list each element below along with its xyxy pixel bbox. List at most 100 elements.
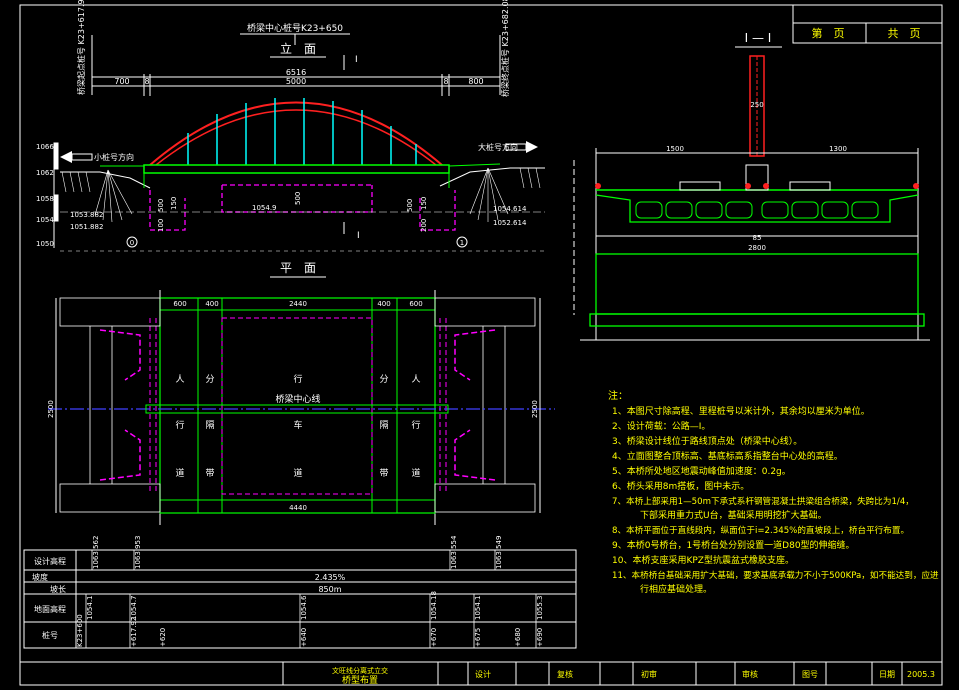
section-mark-top: I bbox=[355, 55, 358, 65]
design-val-1: 1063.562 bbox=[92, 536, 100, 569]
design-val-2: 1063.953 bbox=[134, 536, 142, 569]
right-bottom-level: 1052.614 bbox=[493, 219, 527, 227]
design-val-3: 1063.554 bbox=[450, 535, 458, 569]
right-direction-label: 大桩号方向 bbox=[478, 142, 518, 152]
section-mark-bottom: I bbox=[357, 231, 360, 241]
dim-total: 6516 bbox=[286, 68, 306, 77]
stake-3: +620 bbox=[159, 628, 167, 647]
check-label: 初审 bbox=[641, 669, 657, 679]
date-label: 日期 bbox=[879, 670, 895, 679]
plan-dim-600-left: 600 bbox=[173, 300, 186, 308]
dim-left-small: 8 bbox=[144, 77, 149, 86]
dim-500-c: 500 bbox=[406, 199, 414, 212]
dim-left: 700 bbox=[114, 77, 129, 86]
lane-r3-c5: 道 bbox=[411, 467, 420, 479]
lane-r1-c4: 分 bbox=[379, 374, 388, 385]
design-label: 设计 bbox=[475, 669, 491, 679]
ground-val-1: 1054.1 bbox=[86, 596, 94, 621]
left-direction-label: 小桩号方向 bbox=[94, 152, 134, 162]
scale-1050: 1050 bbox=[36, 240, 54, 248]
project-name: 文旺线分离式立交 bbox=[332, 666, 388, 675]
row-ground-elev: 地面高程 bbox=[34, 604, 66, 614]
section-dim-left: 1500 bbox=[666, 145, 684, 153]
start-stake-label: 桥梁起点桩号 K23+617.92 bbox=[76, 0, 86, 95]
ground-val-5: 1054.1 bbox=[474, 596, 482, 621]
review-label: 复核 bbox=[557, 669, 573, 679]
lane-r3-c3: 道 bbox=[293, 467, 302, 479]
section-dim-right: 1300 bbox=[829, 145, 847, 153]
note-4: 4、立面图整合顶标高、基底标高系指整台中心处的高程。 bbox=[612, 450, 843, 462]
section-dim-inner: 85 bbox=[753, 234, 762, 242]
center-stake-label: 桥梁中心桩号K23+650 bbox=[247, 22, 343, 34]
section-dim-total: 2800 bbox=[748, 244, 766, 252]
dim-100: 100 bbox=[157, 219, 165, 232]
total-pages-label: 共 页 bbox=[888, 27, 921, 40]
lane-r2-c2: 隔 bbox=[205, 420, 214, 431]
lane-r2-c3: 车 bbox=[293, 419, 302, 431]
plan-width-right: 2500 bbox=[531, 400, 539, 418]
plan-dim-600-right: 600 bbox=[409, 300, 422, 308]
end-stake-label: 桥梁终点桩号 K23+682.08 bbox=[500, 0, 510, 97]
dim-span: 5000 bbox=[286, 77, 306, 86]
scale-1058: 1058 bbox=[36, 195, 54, 203]
plan-width-left: 2500 bbox=[47, 400, 55, 418]
stake-2: +617.92 bbox=[130, 617, 138, 647]
row-design-elev: 设计高程 bbox=[34, 556, 66, 566]
note-11b: 行相应基础处理。 bbox=[640, 583, 712, 595]
left-top-level: 1053.882 bbox=[70, 211, 103, 219]
drawing-background bbox=[0, 0, 959, 690]
scale-1062: 1062 bbox=[36, 169, 54, 177]
lane-r2-c1: 行 bbox=[175, 419, 184, 431]
scale-1066: 1066 bbox=[36, 143, 54, 151]
plan-centerline-label: 桥梁中心线 bbox=[275, 393, 320, 405]
dim-right-small: 8 bbox=[443, 77, 448, 86]
dim-150-b: 150 bbox=[420, 197, 428, 210]
page-number-label: 第 页 bbox=[812, 26, 845, 40]
dim-500-a: 500 bbox=[157, 199, 165, 212]
ground-val-4: 1054.18 bbox=[430, 591, 438, 620]
stake-7: +680 bbox=[514, 628, 522, 647]
dim-200: 200 bbox=[420, 219, 428, 232]
center-level: 1054.9 bbox=[252, 204, 277, 212]
pier-0-label: 0 bbox=[130, 239, 134, 247]
lane-r3-c1: 道 bbox=[175, 467, 184, 479]
dim-500-b: 500 bbox=[294, 192, 302, 205]
note-6: 6、桥头采用8m搭板，图中未示。 bbox=[612, 480, 749, 492]
note-7b: 下部采用重力式U台，基础采用明挖扩大基础。 bbox=[640, 509, 827, 521]
lane-r2-c5: 行 bbox=[411, 419, 420, 431]
note-7: 7、本桥上部采用1—50m下承式系杆钢管混凝土拱梁组合桥梁，失跨比为1/4， bbox=[612, 495, 914, 507]
date-value: 2005.3 bbox=[907, 670, 935, 679]
note-1: 1、本图尺寸除高程、里程桩号以米计外，其余均以厘米为单位。 bbox=[612, 405, 870, 417]
pier-1-label: 1 bbox=[460, 239, 464, 247]
ground-val-6: 1055.3 bbox=[536, 596, 544, 621]
lane-r1-c3: 行 bbox=[293, 373, 302, 385]
audit-label: 审核 bbox=[742, 669, 758, 679]
stake-5: +670 bbox=[430, 628, 438, 647]
grade-value: 2.435% bbox=[315, 573, 346, 582]
section-title: I — I bbox=[745, 31, 772, 45]
row-grade-length: 坡长 bbox=[50, 584, 66, 594]
ground-val-3: 1054.6 bbox=[300, 595, 308, 620]
row-grade: 坡度 bbox=[32, 572, 48, 582]
cad-drawing: 第 页 共 页 桥梁中心桩号K23+650 立 面 I I 桥梁起点桩号 K23… bbox=[0, 0, 959, 690]
elevation-title: 立 面 bbox=[280, 41, 316, 56]
ground-val-2: 1054.7 bbox=[130, 596, 138, 621]
lane-r2-c4: 隔 bbox=[379, 420, 388, 431]
note-10: 10、本桥支座采用KPZ型抗震盆式橡胶支座。 bbox=[612, 554, 794, 566]
left-bottom-level: 1051.882 bbox=[70, 223, 103, 231]
drawing-no-label: 图号 bbox=[802, 670, 818, 679]
note-8: 8、本桥平面位于直线段内，纵面位于i=2.345%的直坡段上，桥台平行布置。 bbox=[612, 524, 909, 536]
grade-length-value: 850m bbox=[318, 585, 341, 594]
lane-r3-c2: 带 bbox=[205, 468, 214, 479]
stake-6: +675 bbox=[474, 628, 482, 647]
notes-title: 注： bbox=[608, 389, 628, 402]
row-stake: 桩号 bbox=[42, 630, 58, 640]
design-val-4: 1063.549 bbox=[495, 536, 503, 569]
lane-r1-c1: 人 bbox=[175, 374, 184, 385]
plan-title: 平 面 bbox=[280, 261, 316, 275]
dim-right: 800 bbox=[468, 77, 483, 86]
plan-dim-4440: 4440 bbox=[289, 504, 307, 512]
note-3: 3、桥梁设计线位于路线顶点处（桥梁中心线）。 bbox=[612, 435, 802, 447]
lane-r1-c2: 分 bbox=[205, 374, 214, 385]
section-dim-center: 250 bbox=[750, 101, 763, 109]
